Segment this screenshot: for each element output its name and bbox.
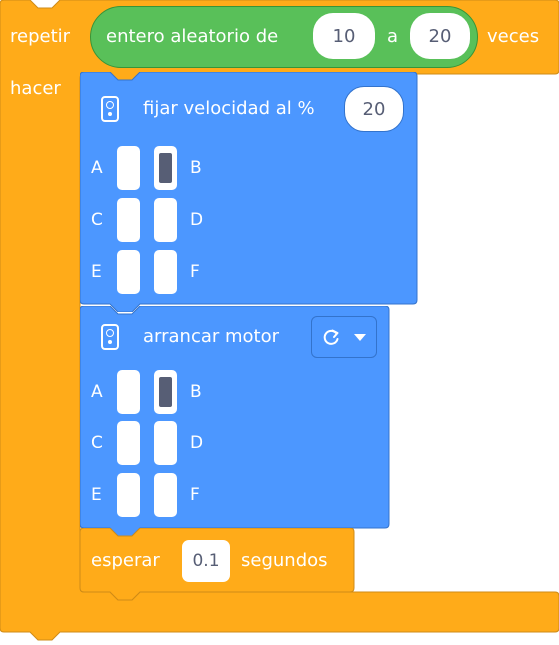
speed-port-e[interactable] xyxy=(117,250,140,294)
random-to-input[interactable]: 20 xyxy=(410,13,470,59)
hub-icon xyxy=(101,96,119,122)
speed-port-d[interactable] xyxy=(154,198,177,242)
port-label-a: A xyxy=(91,382,103,402)
random-between-label: a xyxy=(387,26,399,47)
direction-dropdown[interactable] xyxy=(311,316,377,358)
motor-port-a[interactable] xyxy=(117,370,140,414)
random-label: entero aleatorio de xyxy=(106,26,279,47)
caret-down-icon xyxy=(354,334,366,341)
wait-seconds-input[interactable]: 0.1 xyxy=(182,540,230,582)
speed-input[interactable]: 20 xyxy=(344,86,404,132)
wait-unit-label: segundos xyxy=(241,550,328,571)
port-label-e: E xyxy=(91,262,102,282)
wait-label: esperar xyxy=(91,550,160,571)
clockwise-icon xyxy=(323,329,339,345)
port-label-b: B xyxy=(190,382,202,402)
repeat-label: repetir xyxy=(10,26,71,47)
motor-port-b[interactable] xyxy=(154,370,177,414)
do-label: hacer xyxy=(10,78,61,99)
set-speed-label: fijar velocidad al % xyxy=(143,98,315,119)
speed-port-c[interactable] xyxy=(117,198,140,242)
motor-port-c[interactable] xyxy=(117,421,140,465)
port-label-a: A xyxy=(91,158,103,178)
motor-port-f[interactable] xyxy=(154,473,177,517)
hub-icon xyxy=(101,324,119,350)
motor-port-e[interactable] xyxy=(117,473,140,517)
port-label-f: F xyxy=(190,485,200,505)
speed-port-f[interactable] xyxy=(154,250,177,294)
port-label-d: D xyxy=(190,433,204,453)
random-from-input[interactable]: 10 xyxy=(313,13,375,59)
port-label-c: C xyxy=(91,433,103,453)
port-label-e: E xyxy=(91,485,102,505)
port-label-b: B xyxy=(190,158,202,178)
port-label-f: F xyxy=(190,262,200,282)
port-label-c: C xyxy=(91,210,103,230)
port-label-d: D xyxy=(190,210,204,230)
repeat-times-label: veces xyxy=(487,26,540,47)
speed-port-b[interactable] xyxy=(154,146,177,190)
motor-port-d[interactable] xyxy=(154,421,177,465)
speed-port-a[interactable] xyxy=(117,146,140,190)
start-motor-label: arrancar motor xyxy=(143,326,280,347)
